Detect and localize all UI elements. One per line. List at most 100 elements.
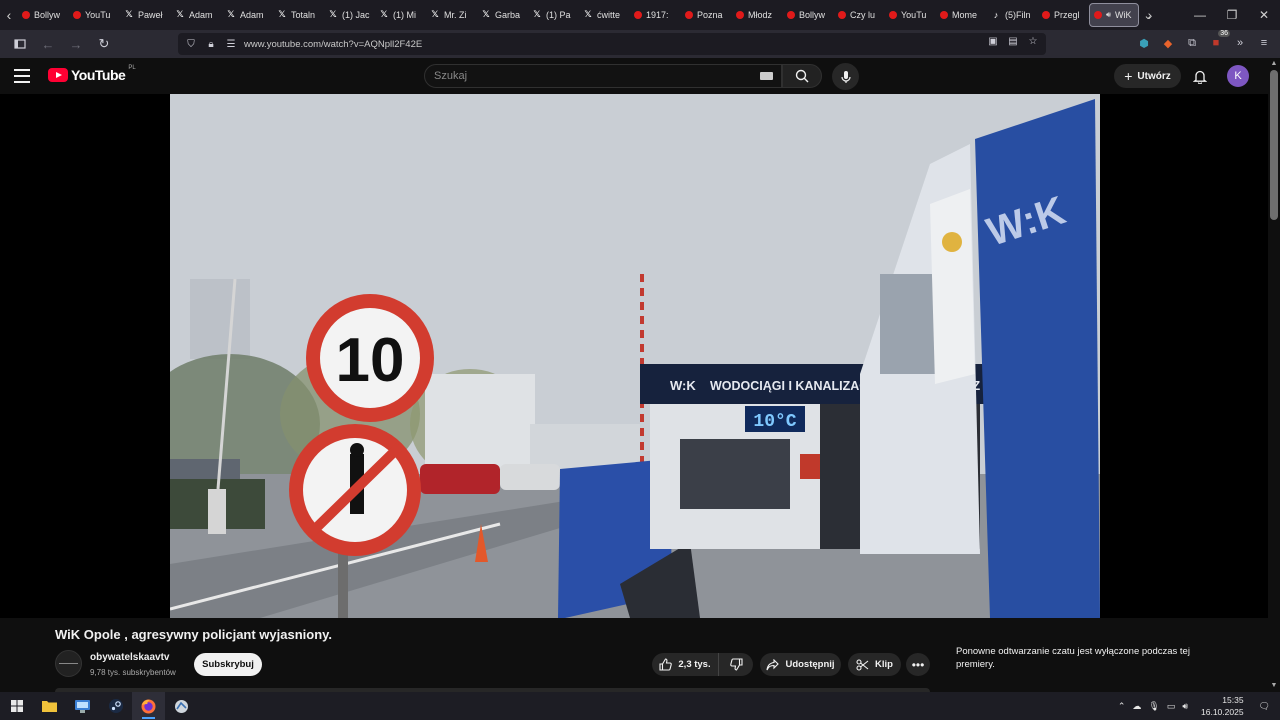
browser-tab[interactable]: 𝕏 Adam: [171, 0, 222, 30]
channel-avatar[interactable]: [55, 650, 82, 677]
forward-icon[interactable]: →: [64, 32, 88, 56]
network-icon[interactable]: ▭: [1167, 701, 1176, 712]
dislike-button[interactable]: [719, 653, 753, 676]
youtube-icon: [1042, 11, 1050, 19]
sidebar-toggle-icon[interactable]: [8, 32, 32, 56]
browser-tab[interactable]: Bollyw: [783, 0, 834, 30]
search-box[interactable]: [424, 64, 782, 88]
tab-label: (1) Jac: [342, 10, 370, 20]
share-label: Udostępnij: [785, 659, 835, 670]
app-icon[interactable]: [165, 692, 198, 720]
browser-tab[interactable]: 𝕏 (1) Mi: [375, 0, 426, 30]
browser-tab[interactable]: 𝕏 Totaln: [273, 0, 324, 30]
temperature-display: 10°C: [753, 412, 796, 432]
share-button[interactable]: Udostępnij: [760, 653, 841, 676]
browser-tab[interactable]: 𝕏 (1) Pa: [528, 0, 579, 30]
browser-tab[interactable]: Bollyw: [18, 0, 69, 30]
onedrive-cloud-icon[interactable]: ☁: [1132, 701, 1141, 712]
account-avatar[interactable]: K: [1227, 65, 1249, 87]
speaker-icon[interactable]: 🔊︎: [1106, 10, 1111, 20]
shield-extension-icon[interactable]: ⬢: [1136, 35, 1152, 51]
browser-tab[interactable]: Czy lu: [834, 0, 885, 30]
search-button[interactable]: [782, 64, 822, 88]
steam-icon[interactable]: [99, 692, 132, 720]
tab-label: 1917:: [646, 10, 669, 20]
youtube-logo[interactable]: YouTube PL: [48, 65, 136, 83]
voice-search-button[interactable]: [832, 63, 859, 90]
browser-tab[interactable]: 1917:: [630, 0, 681, 30]
lock-icon[interactable]: 🔒︎: [204, 39, 218, 50]
tab-label: Mome: [952, 10, 978, 20]
browser-tab[interactable]: Mome: [936, 0, 987, 30]
reader-view-icon[interactable]: ▤: [1006, 36, 1020, 50]
menu-icon[interactable]: [14, 66, 34, 86]
browser-tab[interactable]: ♪ (5)Filn: [987, 0, 1038, 30]
ublock-icon[interactable]: ■ 36: [1208, 30, 1230, 51]
like-button[interactable]: 2,3 tys.: [652, 653, 719, 676]
tray-overflow-chevron-icon[interactable]: ⌃: [1118, 701, 1126, 712]
tabs-scroll-left-icon[interactable]: ‹: [0, 0, 18, 30]
page-scrollbar[interactable]: ▲ ▼: [1268, 58, 1280, 692]
youtube-icon: [787, 11, 795, 19]
close-icon[interactable]: ✕: [1248, 0, 1280, 30]
tab-active[interactable]: 🔊︎ WiK: [1089, 3, 1139, 27]
bookmark-star-icon[interactable]: ☆: [1026, 36, 1040, 50]
url-text[interactable]: www.youtube.com/watch?v=AQNpll2F42E: [244, 39, 422, 50]
url-bar[interactable]: ⛉ 🔒︎ ☰ www.youtube.com/watch?v=AQNpll2F4…: [178, 33, 1046, 55]
picture-in-picture-icon[interactable]: ▣: [986, 36, 1000, 50]
overflow-chevrons-icon[interactable]: »: [1232, 35, 1248, 51]
tiktok-icon: ♪: [993, 10, 999, 20]
video-frame[interactable]: 10 WODOCIĄGI I KANALIZACJA W OPOLU SP. Z…: [170, 94, 1100, 618]
browser-tab[interactable]: YouTu: [69, 0, 120, 30]
youtube-icon: [889, 11, 897, 19]
fox-extension-icon[interactable]: ◆: [1160, 35, 1176, 51]
channel-name[interactable]: obywatelskaavtv: [90, 652, 170, 663]
firefox-icon[interactable]: [132, 692, 165, 720]
browser-tab[interactable]: 𝕏 Paweł: [120, 0, 171, 30]
app-menu-icon[interactable]: ≡: [1256, 35, 1272, 51]
browser-tab[interactable]: Młodz: [732, 0, 783, 30]
microphone-icon: [840, 70, 851, 83]
notifications-bell-icon[interactable]: [1190, 66, 1210, 86]
reload-icon[interactable]: ↻: [92, 32, 116, 56]
tracking-protection-icon[interactable]: ⛉: [184, 39, 198, 50]
file-explorer-icon[interactable]: [33, 692, 66, 720]
permissions-icon[interactable]: ☰: [224, 39, 238, 50]
notifications-icon[interactable]: 🗨︎: [1259, 701, 1270, 712]
browser-tab[interactable]: Przegl: [1038, 0, 1089, 30]
scroll-down-arrow-icon[interactable]: ▼: [1270, 682, 1278, 690]
svg-text:W:K: W:K: [670, 378, 696, 393]
more-actions-icon[interactable]: •••: [906, 653, 930, 676]
browser-tab[interactable]: 𝕏 Garba: [477, 0, 528, 30]
windows-start-icon[interactable]: [0, 692, 33, 720]
volume-icon[interactable]: 🔊︎: [1182, 701, 1188, 712]
scroll-up-arrow-icon[interactable]: ▲: [1270, 60, 1278, 68]
browser-tab[interactable]: YouTu: [885, 0, 936, 30]
browser-tab[interactable]: 𝕏ćwitte: [579, 0, 630, 30]
tab-label: Garba: [495, 10, 521, 20]
create-button[interactable]: + Utwórz: [1114, 64, 1181, 88]
browser-tab[interactable]: 𝕏 Mr. Zi: [426, 0, 477, 30]
share-arrow-icon: [766, 658, 780, 670]
thumbs-down-icon: [729, 658, 743, 671]
clip-button[interactable]: Klip: [848, 653, 901, 676]
minimize-icon[interactable]: —: [1184, 0, 1216, 30]
list-all-tabs-icon[interactable]: ⌄: [1140, 0, 1156, 30]
restore-icon[interactable]: ❐: [1216, 0, 1248, 30]
video-player[interactable]: 10 WODOCIĄGI I KANALIZACJA W OPOLU SP. Z…: [0, 94, 1268, 618]
extensions-puzzle-icon[interactable]: ⧉: [1184, 35, 1200, 51]
microphone-tray-icon[interactable]: 🎙︎: [1148, 701, 1159, 712]
clock[interactable]: 15:35 16.10.2025: [1201, 694, 1244, 718]
browser-tab[interactable]: Pozna: [681, 0, 732, 30]
back-icon[interactable]: ←: [36, 32, 60, 56]
tab-label: Adam: [240, 10, 264, 20]
search-input[interactable]: [434, 70, 754, 82]
subscribe-button[interactable]: Subskrybuj: [194, 653, 262, 676]
tab-label: YouTu: [901, 10, 927, 20]
remote-desktop-icon[interactable]: [66, 692, 99, 720]
keyboard-icon[interactable]: [760, 72, 773, 80]
browser-tab[interactable]: 𝕏 Adam: [222, 0, 273, 30]
youtube-icon: [940, 11, 948, 19]
scroll-thumb[interactable]: [1270, 70, 1278, 220]
browser-tab[interactable]: 𝕏 (1) Jac: [324, 0, 375, 30]
